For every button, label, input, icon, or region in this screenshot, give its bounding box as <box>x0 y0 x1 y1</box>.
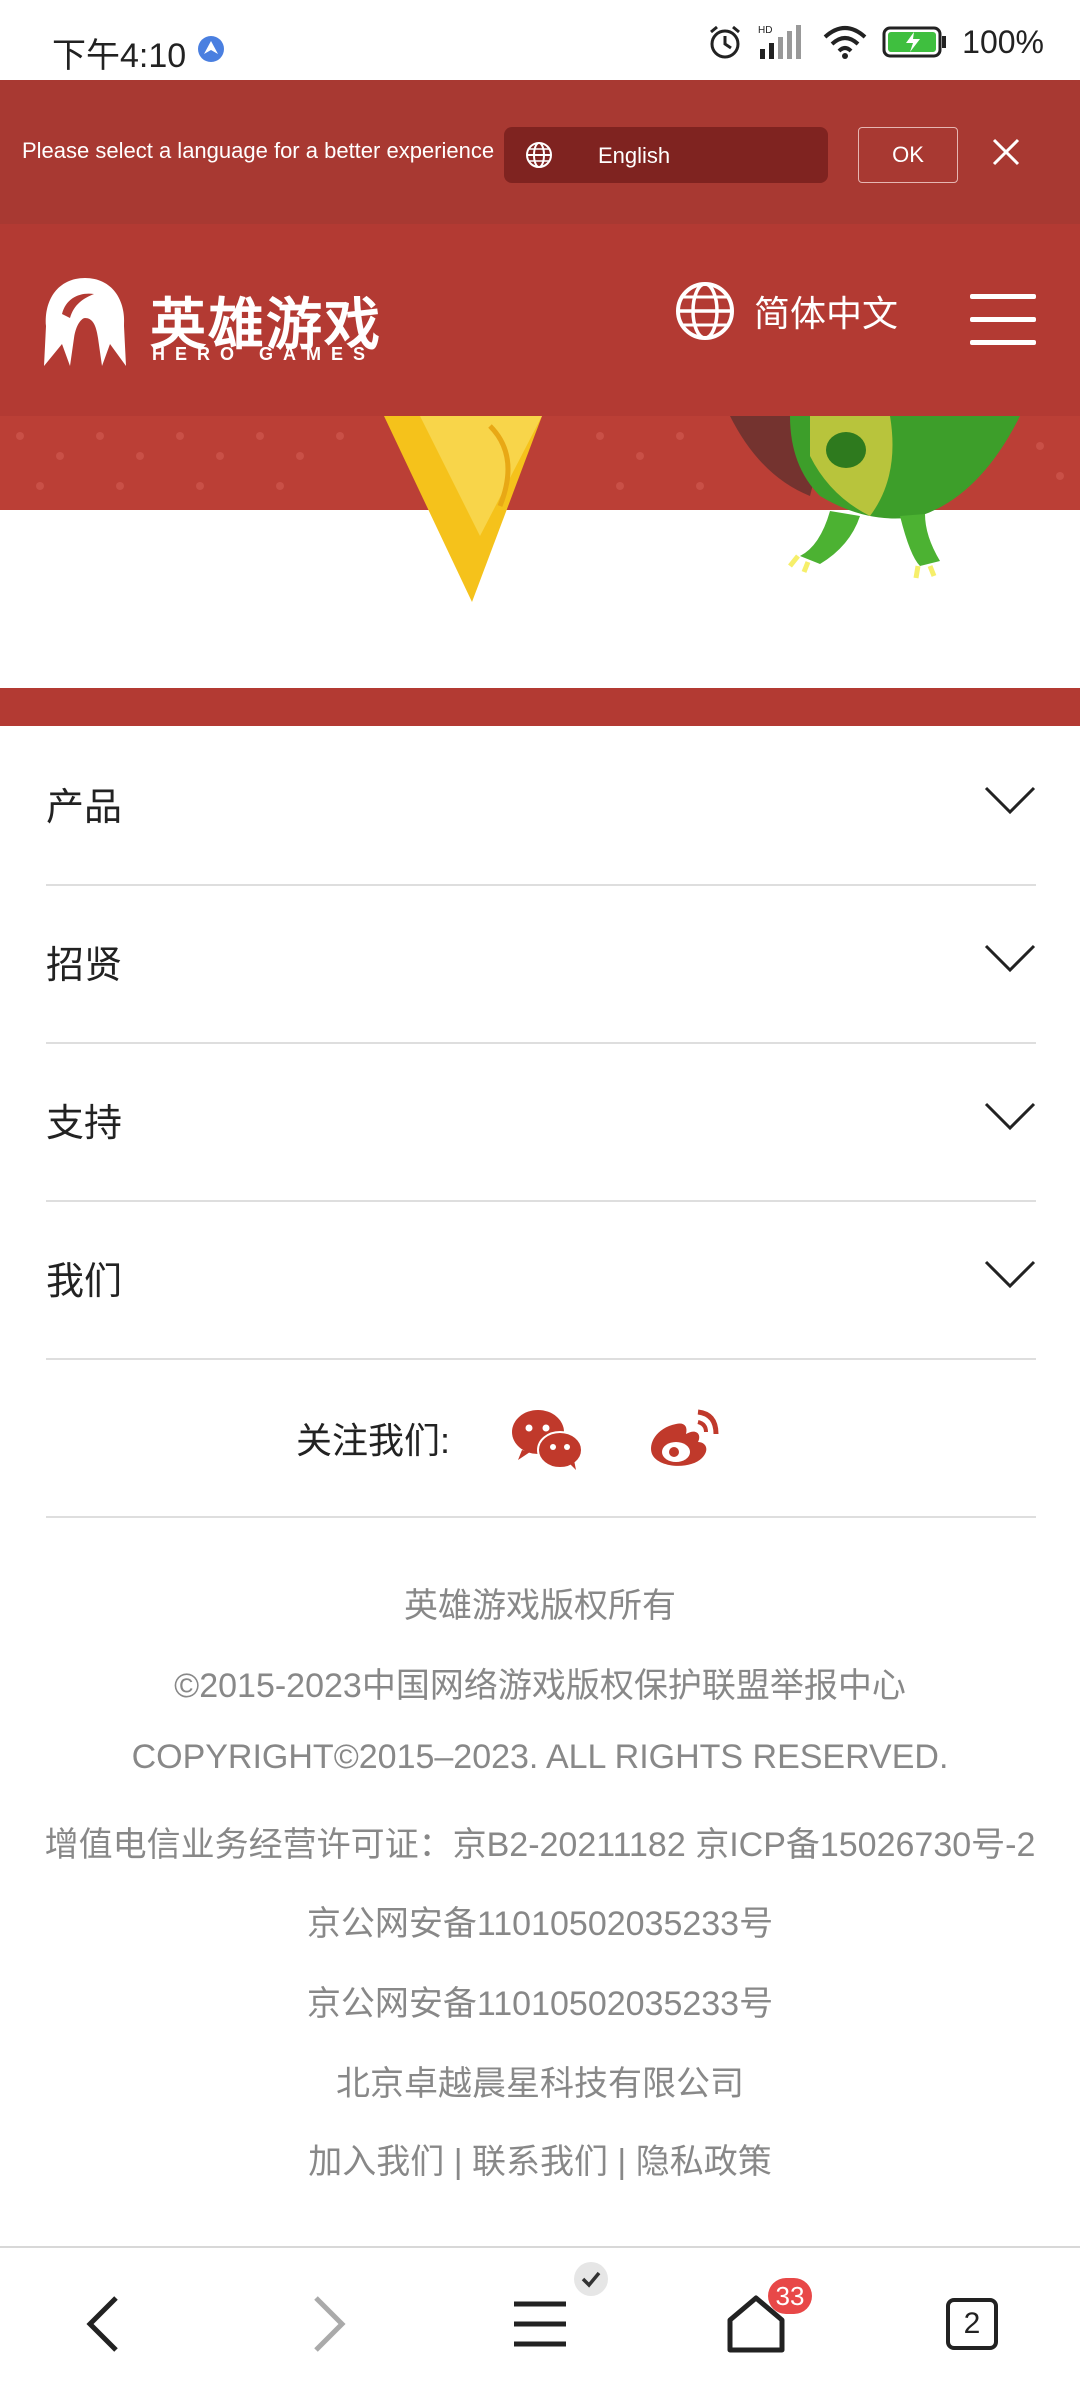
follow-us: 关注我们: <box>46 1360 1036 1518</box>
menu-button[interactable] <box>970 294 1036 346</box>
chevron-down-icon <box>984 1102 1036 1131</box>
alarm-icon <box>710 25 741 59</box>
language-switch[interactable]: 简体中文 <box>674 280 898 342</box>
wifi-icon <box>823 26 867 59</box>
language-banner: Please select a language for a better ex… <box>0 80 1080 224</box>
chevron-down-icon <box>984 1260 1036 1289</box>
language-switch-label: 简体中文 <box>754 293 899 334</box>
svg-text:HD: HD <box>758 25 772 36</box>
footer-copyright: COPYRIGHT©2015–2023. ALL RIGHTS RESERVED… <box>131 1738 949 1776</box>
chevron-down-icon <box>984 786 1036 815</box>
language-ok-button[interactable]: OK <box>858 127 958 183</box>
accordion-label: 产品 <box>46 787 123 829</box>
accordion-label: 招贤 <box>46 945 123 987</box>
hero-divider-bar <box>0 688 1080 726</box>
location-icon <box>198 36 224 62</box>
accordion-label: 支持 <box>46 1103 123 1145</box>
accordion-about-us[interactable]: 我们 <box>46 1200 1036 1360</box>
home-badge: 33 <box>768 2278 812 2314</box>
accordion-label: 我们 <box>46 1261 123 1303</box>
browser-bottom-nav: 33 2 <box>0 2246 1080 2402</box>
check-icon <box>581 2271 601 2288</box>
status-bar: 下午4:10 HD 100% <box>0 0 1080 80</box>
status-icons: HD 100% <box>706 22 1044 62</box>
accordion-products[interactable]: 产品 <box>46 726 1036 886</box>
footer-public-security[interactable]: 京公网安备11010502035233号 <box>0 1896 1080 1945</box>
site-header: 英雄游戏 HERO GAMES 简体中文 <box>0 224 1080 416</box>
hero-character-graphic <box>730 416 1020 579</box>
hero-games-logo-icon[interactable] <box>40 274 130 370</box>
globe-icon <box>526 142 552 168</box>
logo-subtext: HERO GAMES <box>152 344 376 364</box>
close-icon[interactable] <box>988 134 1024 170</box>
globe-icon <box>676 282 734 340</box>
chevron-down-icon <box>984 944 1036 973</box>
menu-check-badge <box>574 2262 608 2296</box>
footer-links[interactable]: 加入我们 | 联系我们 | 隐私政策 <box>0 2134 1080 2183</box>
footer-company: 北京卓越晨星科技有限公司 <box>336 2065 744 2103</box>
back-icon[interactable] <box>76 2294 136 2354</box>
language-select-value: English <box>598 143 671 168</box>
hero-triangle-graphic <box>384 416 542 602</box>
accordion-careers[interactable]: 招贤 <box>46 884 1036 1044</box>
weibo-icon[interactable] <box>646 1404 722 1470</box>
menu-icon <box>970 294 1036 299</box>
status-time: 下午4:10 <box>52 37 187 75</box>
menu-icon[interactable] <box>510 2294 570 2354</box>
tabs-button[interactable]: 2 <box>946 2298 998 2350</box>
footer-license[interactable]: 增值电信业务经营许可证：京B2-20211182 京ICP备15026730号-… <box>0 1817 1080 1866</box>
language-banner-message: Please select a language for a better ex… <box>22 138 495 163</box>
wechat-icon[interactable] <box>508 1406 584 1472</box>
language-select[interactable]: English <box>504 127 828 183</box>
follow-us-label: 关注我们: <box>296 1420 451 1461</box>
battery-icon <box>882 26 947 58</box>
forward-icon[interactable] <box>296 2294 356 2354</box>
footer-report-center[interactable]: ©2015-2023中国网络游戏版权保护联盟举报中心 <box>0 1658 1080 1707</box>
signal-icon: HD <box>758 25 802 59</box>
accordion-support[interactable]: 支持 <box>46 1042 1036 1202</box>
footer-public-security[interactable]: 京公网安备11010502035233号 <box>0 1976 1080 2025</box>
footer-copyright-owner: 英雄游戏版权所有 <box>404 1587 676 1625</box>
battery-percent: 100% <box>962 23 1044 60</box>
hero-banner <box>0 416 1080 724</box>
